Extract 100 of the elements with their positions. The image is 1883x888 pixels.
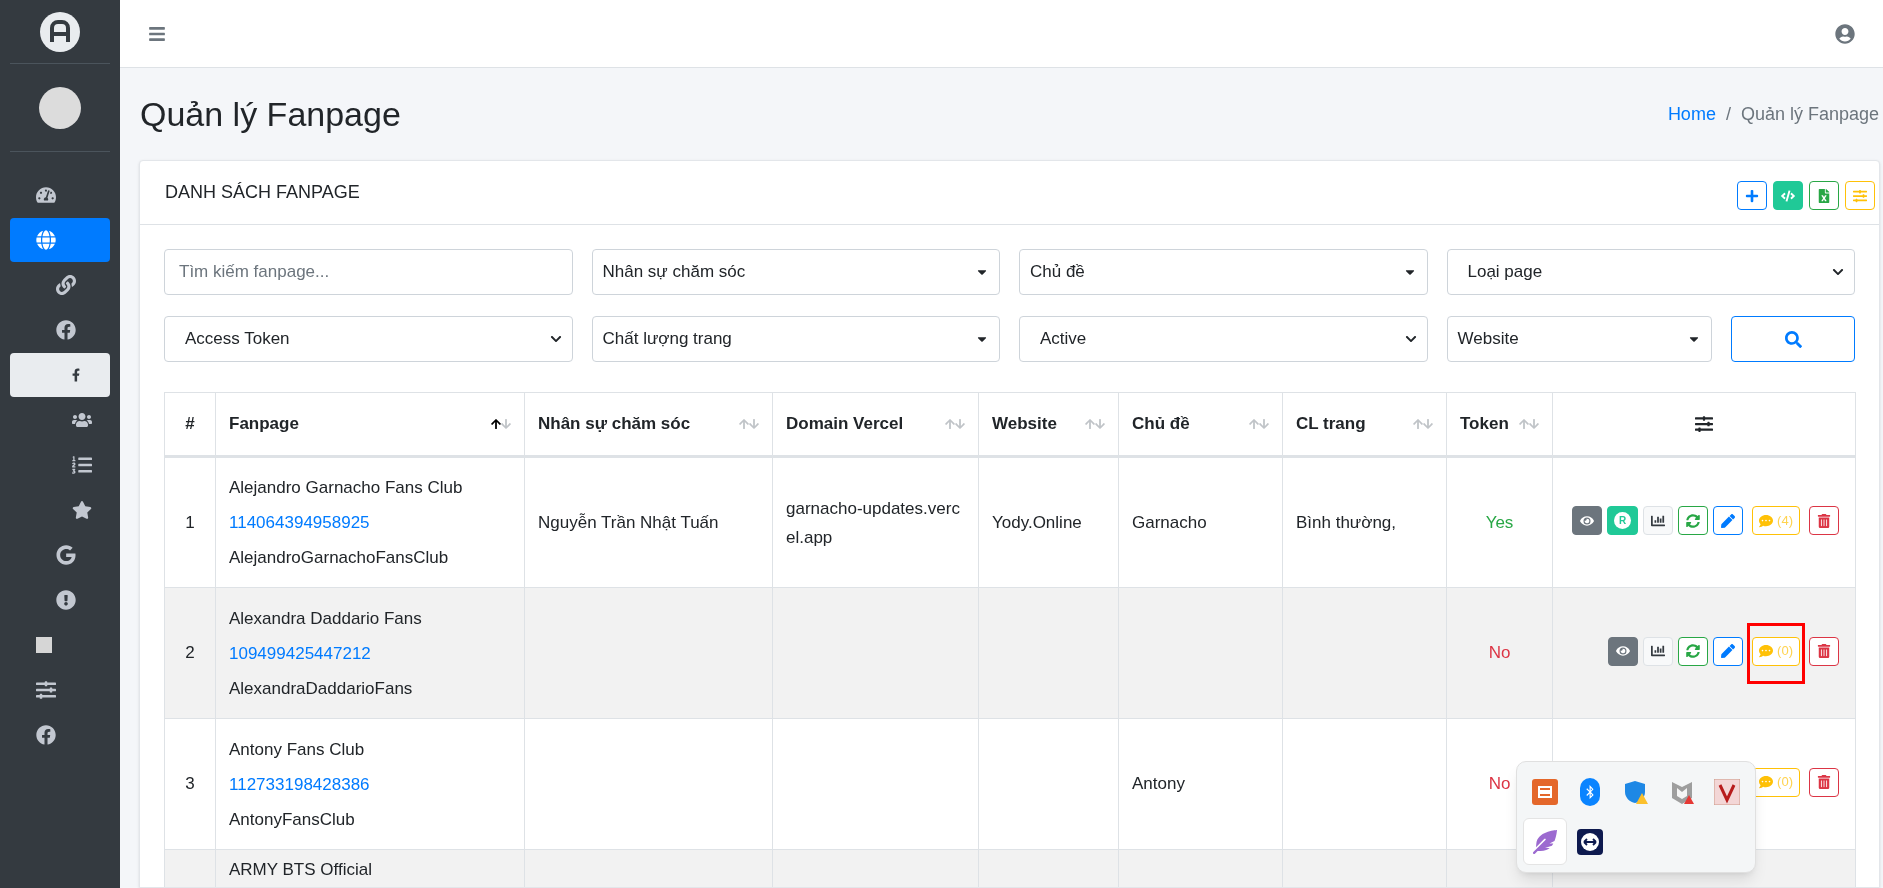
alert-icon [56, 589, 76, 610]
filter-select[interactable]: Loại page [1446, 249, 1855, 295]
column-header: # [185, 413, 195, 436]
column-header: Domain Vercel [786, 413, 904, 436]
trash-icon [1817, 775, 1831, 789]
filter-select[interactable]: Nhân sự chăm sóc [591, 249, 1000, 295]
search-button[interactable] [1731, 316, 1855, 362]
comment-icon [1759, 775, 1774, 789]
export-button[interactable] [1809, 181, 1839, 210]
chart-icon [1651, 644, 1666, 658]
user-icon[interactable] [1835, 23, 1855, 44]
card-title: DANH SÁCH FANPAGE [165, 181, 360, 204]
table-cell: Nguyễn Trần Nhật Tuấn [538, 512, 719, 532]
breadcrumb-link[interactable]: Home [1667, 100, 1716, 128]
stats-button[interactable] [1643, 636, 1674, 666]
token-status: No [1488, 774, 1511, 794]
sliders-icon [1853, 188, 1867, 203]
numbered-list-icon [72, 454, 92, 475]
view-button[interactable] [1572, 506, 1603, 535]
sidebar-item[interactable] [10, 352, 110, 397]
trash-icon [1817, 644, 1831, 658]
edit-button[interactable] [1713, 506, 1744, 535]
image-icon [36, 636, 52, 653]
plus-icon [1745, 188, 1759, 203]
table-cell: Garnacho [1132, 512, 1207, 532]
chart-icon [1651, 513, 1666, 528]
fanpage-name: Alexandra Daddario Fans [229, 607, 423, 630]
column-header: Fanpage [229, 413, 299, 436]
comment-icon [1759, 513, 1774, 528]
page-id-link[interactable]: 114064394958925 [229, 513, 370, 532]
refresh-icon [1686, 513, 1701, 528]
chevron-icon [549, 333, 562, 345]
page-slug: AlexandraDaddarioFans [229, 677, 414, 700]
shield-warning-icon [1623, 778, 1649, 805]
search-icon [1784, 330, 1802, 348]
link-icon [56, 274, 76, 295]
delete-button[interactable] [1809, 767, 1839, 797]
globe-icon [36, 229, 56, 250]
token-status: No [1488, 643, 1511, 663]
remote-arrows-icon [1577, 828, 1604, 855]
filter-select[interactable]: Chất lượng trang [591, 316, 1000, 362]
column-header: CL trang [1296, 413, 1366, 436]
menu-icon[interactable] [148, 24, 166, 43]
code-icon [1781, 188, 1795, 203]
sort-icon[interactable] [491, 418, 511, 430]
chevron-icon [1404, 333, 1417, 345]
view-button[interactable] [1608, 636, 1639, 666]
r-badge: R [1614, 512, 1632, 529]
page-id-link[interactable]: 109499425447212 [229, 643, 371, 663]
delete-button[interactable] [1809, 506, 1839, 535]
filter-select[interactable]: Chủ đề [1019, 249, 1428, 295]
google-icon [56, 544, 76, 565]
page-slug: AlejandroGarnachoFansClub [229, 547, 450, 569]
table-cell: 1 [185, 512, 195, 532]
user-avatar[interactable] [39, 86, 81, 129]
sliders-icon [36, 679, 56, 700]
filter-select[interactable]: Active [1019, 316, 1428, 362]
token-status: Yes [1485, 512, 1514, 532]
trash-icon [1817, 513, 1831, 528]
eye-icon [1616, 644, 1631, 658]
column-header: Website [992, 413, 1057, 436]
facebook-icon [56, 319, 76, 340]
add-button[interactable] [1737, 181, 1767, 210]
fanpage-name: Alejandro Garnacho Fans Club [229, 477, 464, 499]
fanpage-name: Antony Fans Club [229, 738, 366, 761]
pencil-icon [1721, 644, 1736, 658]
column-settings-icon[interactable] [1695, 415, 1713, 433]
table-cell: 3 [185, 774, 195, 794]
refresh-icon [1686, 644, 1701, 658]
fanpage-name: ARMY BTS Official [229, 859, 373, 881]
table-cell: Bình thường, [1296, 512, 1397, 532]
feather-icon [1532, 829, 1557, 854]
page-title: Quản lý Fanpage [140, 93, 401, 135]
table-cell: 2 [185, 643, 195, 663]
pencil-icon [1721, 513, 1736, 528]
search-field[interactable]: Tìm kiếm fanpage... [164, 249, 573, 295]
breadcrumb-separator: / [1725, 102, 1731, 126]
column-header: Chủ đề [1132, 413, 1190, 436]
column-header: Nhân sự chăm sóc [538, 413, 691, 436]
breadcrumb-current: Quản lý Fanpage [1740, 102, 1879, 126]
chevron-icon [1832, 266, 1844, 278]
v-logo-icon [1714, 778, 1741, 805]
r-button[interactable]: R [1607, 506, 1639, 535]
sidebar-item[interactable] [10, 217, 110, 262]
filter-select[interactable]: Access Token [164, 316, 573, 362]
edit-button[interactable] [1713, 636, 1744, 666]
app-icon [1531, 778, 1558, 805]
star-icon [72, 499, 92, 520]
filter-select[interactable]: Website [1446, 316, 1712, 362]
eye-icon [1580, 513, 1595, 528]
table-cell: garnacho-updates.vercel.app [786, 498, 960, 547]
page-id-link[interactable]: 112733198428386 [229, 774, 370, 794]
bluetooth-icon [1580, 777, 1601, 806]
table-cell: Antony [1132, 774, 1185, 794]
facebook-icon [36, 724, 56, 745]
stats-button[interactable] [1643, 506, 1674, 535]
page-slug: AntonyFansClub [229, 808, 356, 831]
spreadsheet-icon [1817, 188, 1831, 203]
delete-button[interactable] [1809, 636, 1839, 666]
comment-icon [1759, 644, 1774, 658]
